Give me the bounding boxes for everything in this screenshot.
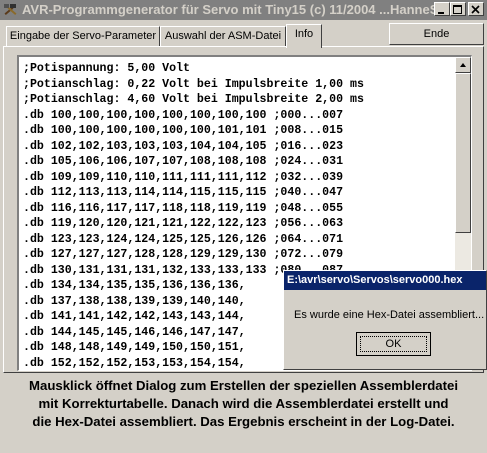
info-description: Mausklick öffnet Dialog zum Erstellen de… xyxy=(3,377,484,431)
window-title: AVR-Programmgenerator für Servo mit Tiny… xyxy=(22,2,450,17)
dialog-message: Es wurde eine Hex-Datei assembliert... xyxy=(294,309,485,321)
info-line: mit Korrekturtabelle. Danach wird die As… xyxy=(38,396,449,411)
memo-line: .db 109,109,110,110,111,111,111,112 ;032… xyxy=(23,170,344,184)
memo-line: .db 123,123,124,124,125,125,126,126 ;064… xyxy=(23,232,344,246)
tab-asm-datei[interactable]: Auswahl der ASM-Datei xyxy=(160,26,286,46)
memo-line: ;Potianschlag: 0,22 Volt bei Impulsbreit… xyxy=(23,77,364,91)
tab-info[interactable]: Info xyxy=(286,24,322,48)
title-bar[interactable]: AVR-Programmgenerator für Servo mit Tiny… xyxy=(0,0,487,20)
maximize-icon xyxy=(453,5,462,14)
message-dialog: E:\avr\servo\Servos\servo000.hex Es wurd… xyxy=(283,270,487,370)
scroll-thumb[interactable] xyxy=(455,73,471,233)
ok-button[interactable]: OK xyxy=(356,332,431,356)
close-button[interactable] xyxy=(468,2,484,16)
memo-line: .db 100,100,100,100,100,100,101,101 ;008… xyxy=(23,124,344,137)
info-line: Mausklick öffnet Dialog zum Erstellen de… xyxy=(29,378,458,393)
memo-line: .db 112,113,113,114,114,115,115,115 ;040… xyxy=(23,186,344,199)
memo-line: .db 119,120,120,121,121,122,122,123 ;056… xyxy=(23,217,344,230)
arrow-up-icon xyxy=(460,63,466,67)
ok-label: OK xyxy=(385,338,402,350)
tab-servo-parameter[interactable]: Eingabe der Servo-Parameter xyxy=(6,26,160,46)
memo-line: .db 105,106,106,107,107,108,108,108 ;024… xyxy=(23,155,344,168)
end-button[interactable]: Ende xyxy=(389,23,484,45)
maximize-button[interactable] xyxy=(450,2,466,16)
tab-label: Info xyxy=(294,28,314,40)
memo-line: .db 116,116,117,117,118,118,119,119 ;048… xyxy=(23,201,344,215)
memo-line: .db 127,127,127,128,128,129,129,130 ;072… xyxy=(23,248,344,261)
hammer-tools-icon xyxy=(4,4,17,15)
dialog-title[interactable]: E:\avr\servo\Servos\servo000.hex xyxy=(284,271,486,290)
memo-line: .db 100,100,100,100,100,100,100,100 ;000… xyxy=(23,108,344,122)
close-icon xyxy=(471,5,480,14)
memo-line: .db 102,102,103,103,103,104,104,105 ;016… xyxy=(23,139,344,153)
minimize-button[interactable] xyxy=(434,2,450,16)
scroll-up-button[interactable] xyxy=(455,57,471,73)
tab-label: Auswahl der ASM-Datei xyxy=(164,30,282,42)
memo-line: ;Potianschlag: 4,60 Volt bei Impulsbreit… xyxy=(23,93,364,106)
info-line: die Hex-Datei assembliert. Das Ergebnis … xyxy=(32,414,455,429)
minimize-icon xyxy=(438,12,444,14)
memo-line: ;Potispannung: 5,00 Volt xyxy=(23,62,190,75)
tab-label: Eingabe der Servo-Parameter xyxy=(9,30,157,42)
app-window: AVR-Programmgenerator für Servo mit Tiny… xyxy=(0,0,487,453)
